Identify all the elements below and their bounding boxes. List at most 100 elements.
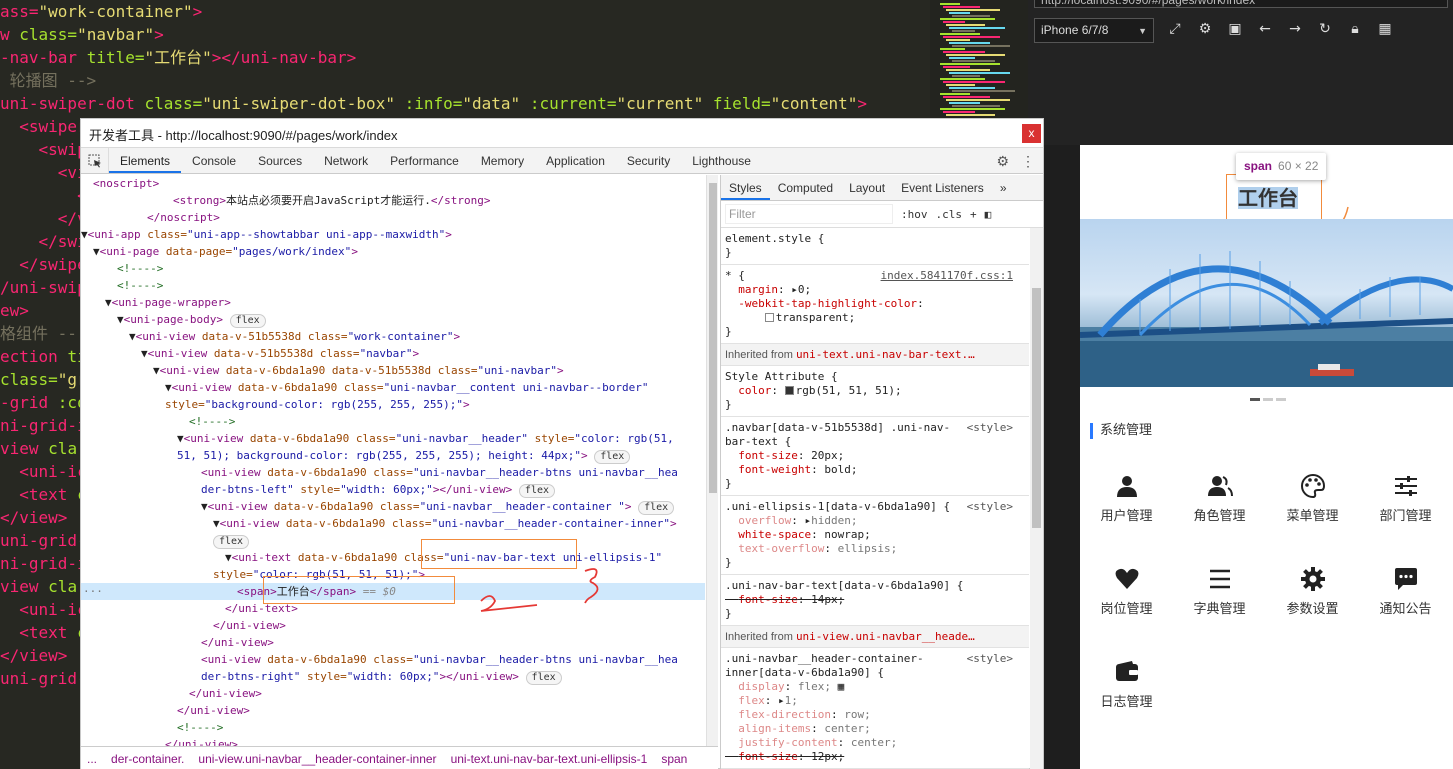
elements-scrollbar[interactable] (706, 175, 718, 746)
tab-lighthouse[interactable]: Lighthouse (681, 148, 762, 173)
breadcrumb-item[interactable]: uni-text.uni-nav-bar-text.uni-ellipsis-1 (451, 752, 648, 766)
rule-nav-bar-text[interactable]: .uni-nav-bar-text[data-v-6bda1a90] { fon… (721, 575, 1029, 626)
flex-editor-icon[interactable]: ▦ (838, 680, 845, 693)
rule-ellipsis[interactable]: .uni-ellipsis-1[data-v-6bda1a90] { <styl… (721, 496, 1029, 575)
rule-header-container-inner[interactable]: .uni-navbar__header-container- inner[dat… (721, 648, 1029, 769)
dom-node[interactable]: ▼<uni-view data-v-6bda1a90 data-v-51b553… (81, 362, 705, 379)
dom-node[interactable]: </uni-view> (81, 634, 705, 651)
tab-network[interactable]: Network (313, 148, 379, 173)
dom-node[interactable]: ▼<uni-view data-v-51b5538d class="work-c… (81, 328, 705, 345)
editor-minimap[interactable] (930, 0, 1028, 120)
dom-node[interactable]: ▼<uni-view data-v-6bda1a90 class="uni-na… (81, 430, 705, 447)
tab-security[interactable]: Security (616, 148, 681, 173)
flex-badge[interactable]: flex (229, 314, 266, 328)
styles-tab[interactable]: Event Listeners (893, 175, 992, 200)
dom-node[interactable]: ▼<uni-page data-page="pages/work/index"> (81, 243, 705, 260)
styles-tab[interactable]: » (992, 175, 1015, 200)
dom-node[interactable]: style="background-color: rgb(255, 255, 2… (81, 396, 705, 413)
dom-node[interactable]: </uni-view> (81, 702, 705, 719)
flex-badge[interactable]: flex (525, 671, 562, 685)
tab-performance[interactable]: Performance (379, 148, 470, 173)
styles-tab[interactable]: Layout (841, 175, 893, 200)
dom-node[interactable]: <!----> (81, 260, 705, 277)
styles-scrollbar[interactable] (1030, 228, 1043, 769)
grid-item-2[interactable]: 角色管理 (1173, 465, 1266, 545)
dom-node[interactable]: ▼<uni-view data-v-51b5538d class="navbar… (81, 345, 705, 362)
inspect-element-icon[interactable] (81, 148, 109, 173)
styles-tab[interactable]: Styles (721, 175, 770, 200)
dom-node[interactable]: </uni-view> (81, 617, 705, 634)
dom-node[interactable]: <uni-view data-v-6bda1a90 class="uni-nav… (81, 651, 705, 668)
settings-icon[interactable]: ⚙ (1196, 20, 1214, 38)
dom-node[interactable]: ▼<uni-view data-v-6bda1a90 class="uni-na… (81, 379, 705, 396)
rule-source[interactable]: <style> (967, 652, 1013, 665)
dom-node[interactable]: ▼<uni-app class="uni-app--showtabbar uni… (81, 226, 705, 243)
rule-style-attribute[interactable]: Style Attribute { color: rgb(51, 51, 51)… (721, 366, 1029, 417)
styles-tab[interactable]: Computed (770, 175, 841, 200)
rule-source[interactable]: <style> (967, 500, 1013, 513)
grid-item-5[interactable]: 岗位管理 (1080, 558, 1173, 638)
dom-node[interactable]: <uni-view data-v-6bda1a90 class="uni-nav… (81, 464, 705, 481)
close-button[interactable]: x (1022, 124, 1041, 143)
flex-badge[interactable]: flex (213, 535, 250, 549)
dom-node[interactable]: <noscript> (81, 175, 705, 192)
sidebar-toggle-icon[interactable]: ◧ (985, 208, 992, 221)
grid-item-1[interactable]: 用户管理 (1080, 465, 1173, 545)
refresh-icon[interactable]: ↻ (1316, 20, 1334, 38)
breadcrumb-item[interactable]: span (661, 752, 687, 766)
breadcrumb-item[interactable]: der-container. (111, 752, 184, 766)
inherited-selector[interactable]: uni-text.uni-nav-bar-text.… (796, 348, 975, 361)
tab-sources[interactable]: Sources (247, 148, 313, 173)
dom-node[interactable]: 51, 51); background-color: rgb(255, 255,… (81, 447, 705, 464)
hov-toggle[interactable]: :hov (901, 208, 928, 221)
dom-node[interactable]: flex (81, 532, 705, 549)
tab-memory[interactable]: Memory (470, 148, 535, 173)
swiper-banner-image[interactable] (1080, 219, 1453, 387)
forward-icon[interactable]: → (1286, 20, 1304, 38)
dom-node[interactable]: <!----> (81, 413, 705, 430)
tab-application[interactable]: Application (535, 148, 616, 173)
cls-toggle[interactable]: .cls (936, 208, 963, 221)
grid-item-3[interactable]: 菜单管理 (1266, 465, 1359, 545)
grid-item-7[interactable]: 参数设置 (1266, 558, 1359, 638)
tab-console[interactable]: Console (181, 148, 247, 173)
dom-node[interactable]: ▼<uni-page-body> flex (81, 311, 705, 328)
rule-source-link[interactable]: index.5841170f.css:1 (881, 269, 1013, 282)
preview-url-bar[interactable]: http://localhost:9090/#/pages/work/index (1034, 0, 1448, 8)
rule-source[interactable]: <style> (967, 421, 1013, 434)
rule-element-style[interactable]: element.style { } (721, 228, 1029, 265)
dom-node[interactable]: <!----> (81, 277, 705, 294)
color-swatch[interactable] (784, 386, 794, 395)
rule-navbar-text[interactable]: .navbar[data-v-51b5538d] .uni-nav- bar-t… (721, 417, 1029, 496)
dom-node[interactable]: </uni-view> (81, 685, 705, 702)
back-icon[interactable]: ← (1256, 20, 1274, 38)
grid-item-4[interactable]: 部门管理 (1359, 465, 1452, 545)
device-select[interactable]: iPhone 6/7/8 ▼ (1034, 18, 1154, 43)
grid-item-8[interactable]: 通知公告 (1359, 558, 1452, 638)
new-rule-button[interactable]: + (970, 208, 977, 221)
elements-dom-tree[interactable]: <noscript> <strong>本站点必须要开启JavaScript才能运行… (81, 175, 705, 746)
dom-node-menu-icon[interactable]: ··· (83, 583, 103, 600)
breadcrumb-item[interactable]: uni-view.uni-navbar__header-container-in… (198, 752, 436, 766)
dom-node[interactable]: </uni-view> (81, 736, 705, 746)
dom-node[interactable]: </noscript> (81, 209, 705, 226)
qrcode-icon[interactable]: ▦ (1376, 20, 1394, 38)
styles-filter-input[interactable]: Filter (725, 204, 893, 224)
dom-node[interactable]: ▼<uni-page-wrapper> (81, 294, 705, 311)
settings-gear-icon[interactable]: ⚙ (996, 153, 1009, 170)
color-swatch[interactable] (764, 313, 774, 322)
console-icon[interactable]: ▣ (1226, 20, 1244, 38)
flex-badge[interactable]: flex (518, 484, 556, 498)
grid-item-9[interactable]: 日志管理 (1080, 651, 1173, 731)
grid-item-6[interactable]: 字典管理 (1173, 558, 1266, 638)
tab-elements[interactable]: Elements (109, 148, 182, 173)
swiper-dots[interactable] (1250, 398, 1286, 401)
more-menu-icon[interactable]: ⋮ (1021, 153, 1035, 170)
dom-node[interactable]: ▼<uni-text data-v-6bda1a90 class="uni-na… (81, 549, 705, 566)
breadcrumb-item[interactable]: ... (87, 752, 97, 766)
dom-node[interactable]: ▼<uni-view data-v-6bda1a90 class="uni-na… (81, 515, 705, 532)
dom-node[interactable]: der-btns-left" style="width: 60px;"></un… (81, 481, 705, 498)
dom-node[interactable]: <!----> (81, 719, 705, 736)
dom-node[interactable]: <strong>本站点必须要开启JavaScript才能运行.</strong> (81, 192, 705, 209)
dom-node[interactable]: der-btns-right" style="width: 60px;"></u… (81, 668, 705, 685)
